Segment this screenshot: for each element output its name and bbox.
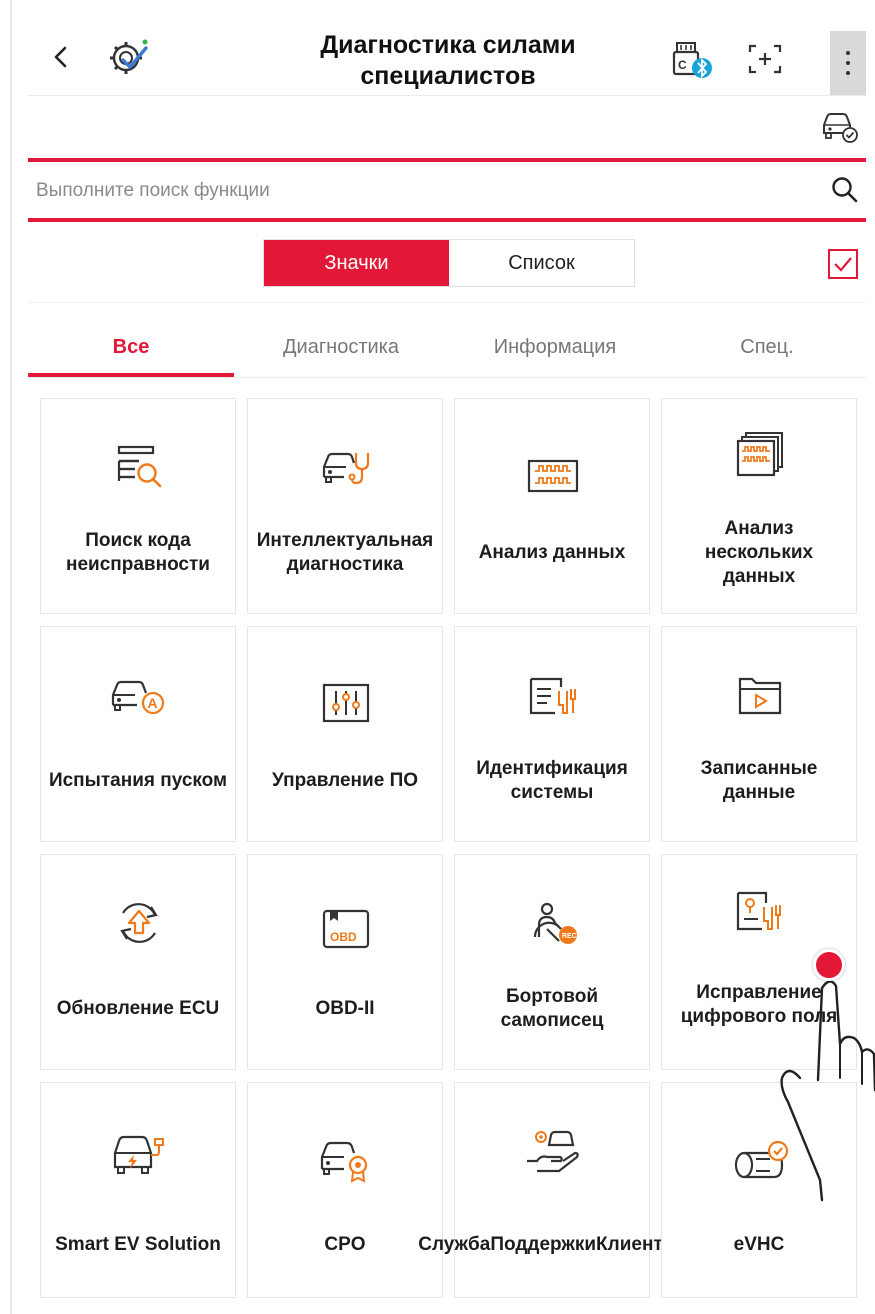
tile-obd2[interactable]: OBD OBD-II (247, 854, 443, 1070)
fault-code-search-icon (117, 445, 162, 488)
tab-diagnostics[interactable]: Диагностика (238, 318, 444, 376)
tile-label: Интеллектуальная диагностика (256, 530, 434, 575)
more-vertical-icon (846, 51, 850, 55)
chevron-left-icon (54, 46, 67, 68)
tile-label: СлужбаПоддержкиКлиентов (418, 1234, 686, 1255)
search-input[interactable] (36, 174, 796, 208)
tab-all[interactable]: Все (28, 318, 234, 376)
driver-rec-icon: REC (533, 902, 577, 944)
more-menu-button[interactable] (830, 31, 866, 95)
car-check-icon[interactable] (818, 109, 860, 145)
list-view-button[interactable]: Список (449, 240, 634, 286)
tile-recorded-data[interactable]: Записанные данные (661, 626, 857, 842)
tile-label: Испытания пуском (48, 770, 228, 791)
tile-customer-service[interactable]: СлужбаПоддержкиКлиентов (418, 1082, 686, 1298)
favorites-checkbox[interactable] (828, 249, 858, 279)
gear-check-icon[interactable] (106, 36, 150, 78)
tile-multi-data-analysis[interactable]: Анализ нескольких данных (661, 398, 857, 614)
touch-indicator (813, 949, 845, 981)
tile-label: Бортовой самописец (500, 986, 604, 1031)
tile-label: Идентификация системы (476, 758, 628, 803)
tile-label: Обновление ECU (56, 998, 220, 1019)
tile-ecu-update[interactable]: Обновление ECU (40, 854, 236, 1070)
tile-cpo[interactable]: CPO (247, 1082, 443, 1298)
search-icon[interactable] (830, 174, 860, 206)
tile-fault-code-search[interactable]: Поиск кода неисправности (40, 398, 236, 614)
folder-play-icon (738, 677, 782, 715)
back-button[interactable] (46, 42, 76, 72)
app-screen: Диагностика силами специалистов C Выполн… (0, 0, 875, 1314)
active-tab-indicator (28, 373, 234, 377)
customer-service-icon (527, 1130, 579, 1173)
tile-software-management[interactable]: Управление ПО (247, 626, 443, 842)
icons-view-button[interactable]: Значки (264, 240, 449, 286)
car-badge-icon (320, 1141, 368, 1183)
tile-actuation-test[interactable]: A Испытания пуском (40, 626, 236, 842)
obd-icon: OBD (322, 909, 370, 949)
car-actuation-icon: A (111, 680, 165, 715)
page-title: Диагностика силами специалистов (320, 31, 576, 90)
scan-plus-icon[interactable] (746, 42, 784, 76)
system-id-icon (529, 677, 576, 715)
tile-label: Smart EV Solution (55, 1234, 221, 1255)
menu-dot (846, 61, 850, 65)
menu-dot (846, 71, 850, 75)
tile-label: OBD-II (315, 998, 375, 1019)
search-bar (28, 158, 866, 222)
tile-driving-recorder[interactable]: REC Бортовой самописец (454, 854, 650, 1070)
checkmark-icon (834, 257, 852, 272)
tile-label: Записанные данные (700, 758, 818, 803)
category-tabs: Все Диагностика Информация Спец. (28, 318, 866, 378)
tile-data-analysis[interactable]: Анализ данных (454, 398, 650, 614)
ev-car-icon (113, 1135, 164, 1174)
tile-system-identification[interactable]: Идентификация системы (454, 626, 650, 842)
svg-text:A: A (148, 695, 158, 711)
sliders-icon (322, 683, 370, 723)
multi-data-icon (736, 432, 783, 477)
pointing-hand-icon (780, 980, 875, 1202)
screen-edge (10, 0, 12, 1314)
car-stethoscope-icon (322, 452, 370, 485)
vci-bluetooth-icon[interactable]: C (666, 36, 716, 82)
divider (28, 302, 866, 303)
tile-smart-ev[interactable]: Smart EV Solution (40, 1082, 236, 1298)
tile-smart-diagnosis[interactable]: Интеллектуальная диагностика (247, 398, 443, 614)
tile-label: CPO (324, 1234, 366, 1255)
data-wave-icon (527, 459, 579, 493)
view-toggle: Значки Список (263, 239, 635, 287)
tile-label: Поиск кода неисправности (65, 530, 210, 575)
svg-text:OBD: OBD (330, 930, 357, 944)
svg-text:REC: REC (562, 933, 577, 940)
tile-label: Анализ данных (478, 542, 626, 563)
app-header: Диагностика силами специалистов C (28, 18, 866, 96)
ecu-update-icon (120, 903, 158, 943)
digital-field-icon (736, 891, 781, 931)
tile-label: Анализ нескольких данных (704, 518, 814, 587)
tile-label: Управление ПО (272, 770, 418, 791)
svg-text:C: C (678, 58, 687, 72)
tab-information[interactable]: Информация (450, 318, 660, 376)
tab-special[interactable]: Спец. (668, 318, 866, 376)
